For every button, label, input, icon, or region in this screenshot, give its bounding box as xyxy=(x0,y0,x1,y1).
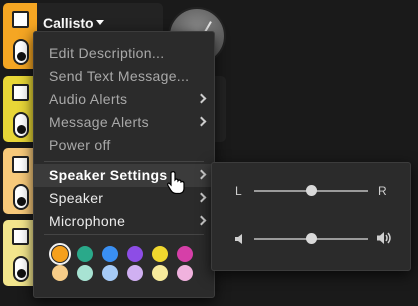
color-swatch[interactable] xyxy=(52,265,68,281)
select-checkbox[interactable] xyxy=(12,228,29,245)
menu-separator xyxy=(44,161,204,162)
menu-item-message-alerts[interactable]: Message Alerts xyxy=(34,111,214,134)
menu-item-label: Power off xyxy=(49,137,111,153)
menu-item-microphone[interactable]: Microphone xyxy=(34,210,214,233)
color-swatch[interactable] xyxy=(127,265,143,281)
hand-pointer-icon xyxy=(167,171,185,194)
color-swatch[interactable] xyxy=(152,265,168,281)
volume-low-icon xyxy=(235,234,242,244)
chevron-down-icon[interactable] xyxy=(96,20,104,25)
power-toggle[interactable] xyxy=(13,39,29,65)
menu-item-label: Edit Description... xyxy=(49,45,165,61)
color-swatch[interactable] xyxy=(102,265,118,281)
menu-item-send-text-message[interactable]: Send Text Message... xyxy=(34,65,214,88)
menu-item-label: Microphone xyxy=(49,213,126,229)
balance-right-label: R xyxy=(378,184,387,198)
color-swatch[interactable] xyxy=(49,243,71,265)
menu-item-audio-alerts[interactable]: Audio Alerts xyxy=(34,88,214,111)
menu-item-label: Speaker xyxy=(49,190,104,206)
menu-item-edit-description[interactable]: Edit Description... xyxy=(34,42,214,65)
speaker-settings-submenu: L R xyxy=(211,162,411,271)
menu-item-label: Send Text Message... xyxy=(49,68,190,84)
chevron-right-icon xyxy=(196,169,207,180)
menu-item-label: Message Alerts xyxy=(49,114,149,130)
color-swatch[interactable] xyxy=(152,246,168,262)
menu-separator xyxy=(44,234,204,235)
select-checkbox[interactable] xyxy=(12,11,29,28)
color-swatch[interactable] xyxy=(102,246,118,262)
menu-item-speaker-settings[interactable]: Speaker Settings xyxy=(34,164,214,187)
volume-slider-thumb[interactable] xyxy=(305,233,317,244)
chevron-right-icon xyxy=(196,192,207,203)
color-swatch[interactable] xyxy=(77,246,93,262)
menu-item-label: Speaker Settings xyxy=(49,167,168,183)
device-name[interactable]: Callisto xyxy=(43,15,94,31)
color-swatch[interactable] xyxy=(177,246,193,262)
power-toggle[interactable] xyxy=(13,256,29,282)
menu-item-power-off[interactable]: Power off xyxy=(34,134,214,157)
color-swatch[interactable] xyxy=(77,265,93,281)
power-toggle[interactable] xyxy=(13,112,29,138)
color-swatch[interactable] xyxy=(177,265,193,281)
context-menu: Edit Description... Send Text Message... A… xyxy=(33,31,215,298)
volume-high-icon xyxy=(377,232,391,244)
menu-item-label: Audio Alerts xyxy=(49,91,128,107)
chevron-right-icon xyxy=(196,116,207,127)
color-swatch[interactable] xyxy=(127,246,143,262)
balance-slider-thumb[interactable] xyxy=(305,185,317,196)
select-checkbox[interactable] xyxy=(12,156,29,173)
balance-left-label: L xyxy=(235,184,242,198)
chevron-right-icon xyxy=(196,215,207,226)
menu-item-speaker[interactable]: Speaker xyxy=(34,187,214,210)
chevron-right-icon xyxy=(196,93,207,104)
power-toggle[interactable] xyxy=(13,184,29,210)
select-checkbox[interactable] xyxy=(12,84,29,101)
